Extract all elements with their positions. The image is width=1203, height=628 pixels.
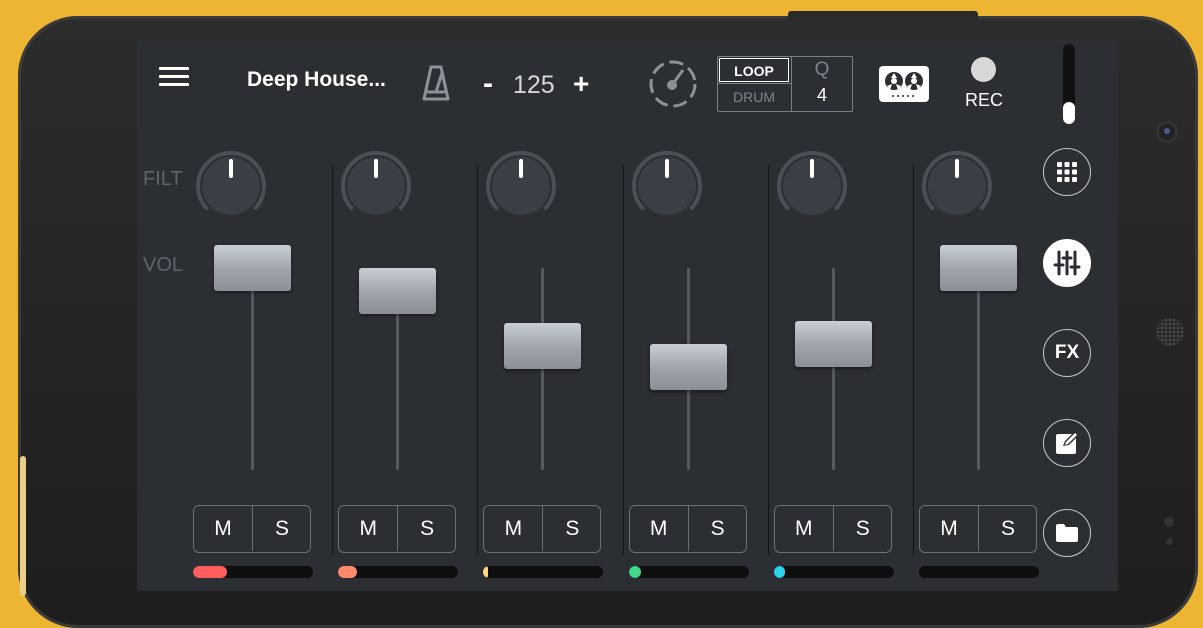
- level-meter: [919, 566, 1039, 578]
- mixer-channel: MS: [447, 40, 604, 591]
- filter-knob[interactable]: [340, 150, 412, 222]
- level-meter-fill: [483, 566, 489, 578]
- filter-knob[interactable]: [485, 150, 557, 222]
- volume-fader-track[interactable]: [251, 268, 254, 470]
- volume-fader-cap[interactable]: [794, 320, 872, 367]
- volume-fader-track[interactable]: [831, 268, 835, 470]
- mute-solo-group: MS: [483, 505, 602, 553]
- proximity-sensor: [1164, 517, 1174, 527]
- level-meter-fill: [628, 566, 641, 578]
- mute-button[interactable]: M: [484, 506, 544, 551]
- folder-nav-button[interactable]: [1043, 509, 1091, 557]
- front-camera: [1159, 124, 1175, 140]
- mute-button[interactable]: M: [920, 506, 979, 551]
- mute-button[interactable]: M: [194, 506, 253, 551]
- level-meter: [773, 566, 894, 578]
- channel-divider: [622, 165, 624, 555]
- channel-divider: [913, 165, 914, 555]
- mute-button[interactable]: M: [775, 506, 834, 551]
- volume-fader-cap[interactable]: [214, 245, 291, 291]
- folder-icon: [1056, 524, 1078, 542]
- volume-fader-cap[interactable]: [504, 322, 582, 369]
- mixer-channel: MS: [738, 40, 894, 591]
- mixer-channel: MS: [302, 40, 459, 591]
- mute-solo-group: MS: [338, 505, 457, 553]
- edit-icon: [1056, 431, 1079, 454]
- mixer-channel: MS: [883, 40, 1039, 591]
- channel-divider: [477, 165, 479, 555]
- filter-knob[interactable]: [776, 150, 848, 222]
- volume-fader-cap[interactable]: [359, 268, 437, 315]
- level-meter: [338, 566, 459, 578]
- earpiece-speaker: [1156, 318, 1184, 346]
- filter-knob[interactable]: [195, 150, 267, 222]
- solo-button[interactable]: S: [979, 506, 1037, 551]
- fx-nav-button[interactable]: FX: [1043, 329, 1091, 377]
- level-meter-fill: [193, 566, 227, 578]
- mute-solo-group: MS: [919, 505, 1037, 553]
- mute-button[interactable]: M: [339, 506, 399, 551]
- level-meter-fill: [773, 566, 785, 578]
- side-button: [20, 456, 26, 596]
- volume-fader-cap[interactable]: [649, 344, 727, 390]
- master-volume-slider[interactable]: [1063, 44, 1075, 124]
- edit-nav-button[interactable]: [1043, 419, 1091, 467]
- volume-fader-cap[interactable]: [940, 245, 1017, 291]
- level-meter: [483, 566, 604, 578]
- mixer-nav-button[interactable]: [1043, 239, 1091, 287]
- pads-nav-button[interactable]: [1043, 148, 1091, 196]
- master-volume-fill: [1063, 101, 1075, 124]
- mute-solo-group: MS: [773, 505, 892, 553]
- power-button: [788, 11, 978, 19]
- mixer-icon: [1053, 250, 1081, 276]
- mute-button[interactable]: M: [630, 506, 689, 551]
- level-meter: [193, 566, 313, 578]
- light-sensor: [1166, 538, 1173, 545]
- mixer-channel: MS: [157, 40, 313, 591]
- volume-fader-track[interactable]: [977, 268, 980, 470]
- channel-divider: [332, 165, 334, 555]
- filter-knob[interactable]: [631, 150, 703, 222]
- level-meter-fill: [338, 566, 358, 578]
- app-screen: Deep House... - 125 + LOOP DRUM Q 4 REC …: [137, 40, 1118, 591]
- mixer-channel: MS: [593, 40, 749, 591]
- pads-icon: [1057, 162, 1077, 182]
- level-meter: [628, 566, 749, 578]
- mute-solo-group: MS: [193, 505, 311, 553]
- volume-fader-track[interactable]: [541, 268, 545, 470]
- channel-divider: [767, 165, 769, 555]
- fx-icon: FX: [1054, 342, 1080, 363]
- filter-knob[interactable]: [921, 150, 993, 222]
- mute-solo-group: MS: [628, 505, 747, 553]
